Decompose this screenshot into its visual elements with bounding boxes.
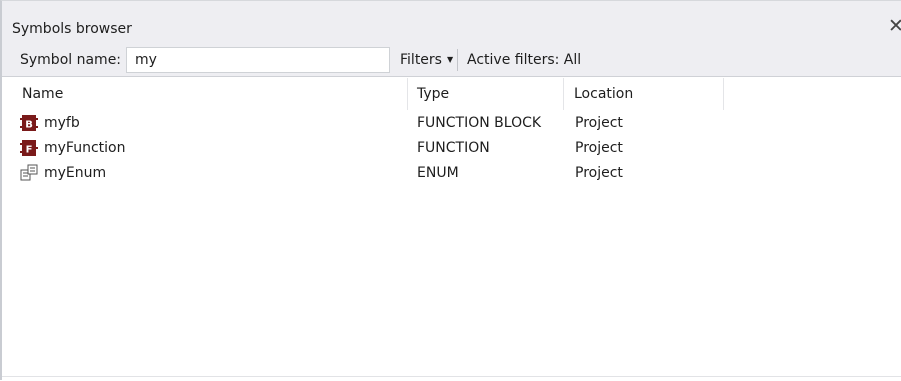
toolbar-separator	[457, 49, 458, 71]
filters-label: Filters	[400, 52, 442, 68]
title-bar: Symbols browser ✕	[2, 1, 901, 43]
table-row[interactable]: B myfb FUNCTION BLOCK Project	[14, 112, 894, 136]
symbol-location: Project	[575, 115, 623, 131]
symbol-name: myFunction	[44, 140, 126, 156]
symbol-name: myfb	[44, 115, 80, 131]
caret-down-icon: ▼	[446, 55, 454, 64]
panel-title: Symbols browser	[12, 21, 132, 37]
column-header-name[interactable]: Name	[14, 78, 408, 110]
close-icon[interactable]: ✕	[888, 17, 901, 36]
symbols-list: Name Type Location B myfb FUNCTION BLOCK…	[2, 78, 901, 381]
function-icon: F	[20, 140, 38, 156]
search-toolbar: Symbol name: Filters ▼ Active filters: A…	[2, 43, 901, 77]
symbol-location: Project	[575, 165, 623, 181]
svg-text:B: B	[25, 120, 33, 131]
column-header-type[interactable]: Type	[409, 78, 564, 110]
enum-icon	[20, 164, 38, 181]
symbol-name-label: Symbol name:	[20, 52, 122, 68]
table-row[interactable]: F myFunction FUNCTION Project	[14, 137, 894, 161]
symbol-location: Project	[575, 140, 623, 156]
symbol-name-input[interactable]	[126, 47, 390, 73]
active-filters-text: Active filters: All	[467, 52, 582, 68]
symbol-type: FUNCTION BLOCK	[417, 115, 542, 131]
bottom-border	[2, 376, 901, 377]
symbol-type: ENUM	[417, 165, 459, 181]
svg-text:F: F	[26, 145, 33, 156]
table-row[interactable]: myEnum ENUM Project	[14, 162, 894, 186]
column-header-location[interactable]: Location	[566, 78, 724, 110]
symbols-browser-panel: Symbols browser ✕ Symbol name: Filters ▼…	[0, 0, 901, 381]
symbol-name: myEnum	[44, 165, 107, 181]
symbol-type: FUNCTION	[417, 140, 490, 156]
filters-dropdown-button[interactable]: Filters ▼	[396, 47, 457, 73]
function-block-icon: B	[20, 115, 38, 131]
